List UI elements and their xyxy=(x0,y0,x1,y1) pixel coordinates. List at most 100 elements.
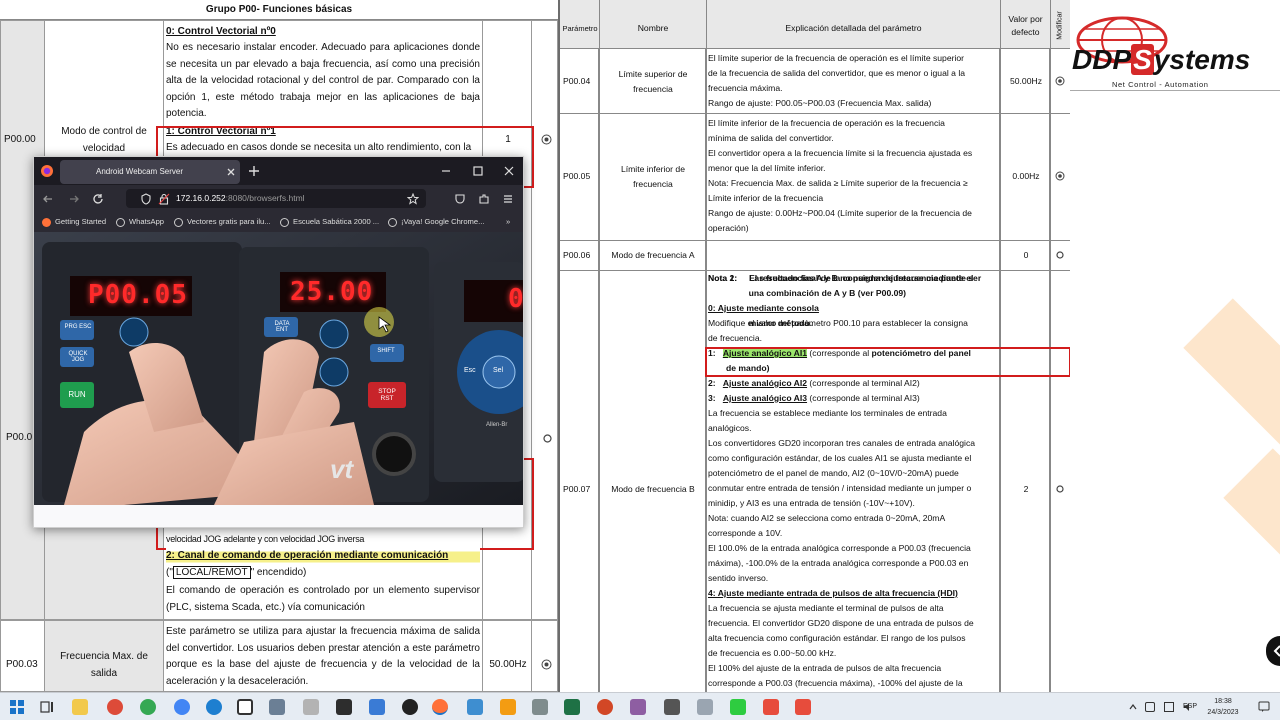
menu-icon[interactable] xyxy=(502,193,514,205)
app-icon-5[interactable] xyxy=(467,699,483,715)
firefox-taskbar-icon[interactable] xyxy=(432,699,448,715)
battery-icon[interactable] xyxy=(1164,702,1174,712)
option0-title: 0: Control Vectorial nº0 xyxy=(166,26,276,37)
floating-button[interactable] xyxy=(1266,636,1280,666)
insecure-lock-icon[interactable] xyxy=(158,193,170,205)
key-quick-jog: QUICK JOG xyxy=(68,351,88,363)
app-icon-9[interactable] xyxy=(664,699,680,715)
tab-close-icon[interactable] xyxy=(226,167,236,177)
default-p0004: 50.00Hz xyxy=(1009,76,1042,86)
app-icon-1[interactable] xyxy=(237,699,253,715)
windows-start-icon[interactable] xyxy=(10,700,24,714)
app-icon-8[interactable] xyxy=(630,699,646,715)
option2-local-post: " encendido) xyxy=(250,567,307,578)
url-bar[interactable]: 172.16.0.252:8080/browserfs.html xyxy=(126,189,426,208)
tab-android-webcam[interactable]: Android Webcam Server xyxy=(60,160,240,184)
app-icon-10[interactable] xyxy=(697,699,713,715)
led-display-middle: 25.00 xyxy=(290,277,374,307)
bookmark-whatsapp[interactable]: WhatsApp xyxy=(116,212,164,232)
pocket-icon[interactable] xyxy=(454,193,466,205)
app-icon-3[interactable] xyxy=(303,699,319,715)
globe-small-icon-4 xyxy=(388,217,397,227)
name-p0005: Límite inferior de frecuencia xyxy=(620,164,685,189)
modify-icon-p0007[interactable] xyxy=(1056,485,1064,495)
globe-small-icon-3 xyxy=(280,217,289,227)
excel-icon[interactable] xyxy=(564,699,580,715)
chrome-profile-icon[interactable] xyxy=(140,699,156,715)
file-explorer-icon[interactable] xyxy=(72,699,88,715)
shield-icon[interactable] xyxy=(140,193,152,205)
webcam-video[interactable]: P00.05 25.00 0 PRG ESC QUICK JOG DATA EN… xyxy=(34,232,523,505)
modify-icon-p0005[interactable] xyxy=(1055,171,1065,183)
bookmark-google-chrome[interactable]: ¡Vaya! Google Chrome... xyxy=(388,212,484,232)
task-view-icon[interactable] xyxy=(40,700,54,714)
modify-icon-p0004[interactable] xyxy=(1055,76,1065,88)
name-p0007: Modo de frecuencia B xyxy=(611,484,695,494)
notification-icon[interactable] xyxy=(1258,701,1270,713)
webcam-scene xyxy=(34,232,523,505)
key-stop-rst: STOP RST xyxy=(378,388,396,402)
key-data-ent: DATA ENT xyxy=(274,321,290,333)
terminal-icon[interactable] xyxy=(336,699,352,715)
bookmark-getting-started[interactable]: Getting Started xyxy=(42,212,106,232)
maximize-icon[interactable] xyxy=(472,165,484,177)
taskbar: ESP 18:38 24/3/2023 xyxy=(0,692,1280,720)
modify-icon-3[interactable] xyxy=(541,659,552,670)
obs-icon[interactable] xyxy=(402,699,418,715)
app-icon-7[interactable] xyxy=(532,699,548,715)
led-display-left: P00.05 xyxy=(88,280,188,310)
param-p0003: P00.03 xyxy=(6,659,38,670)
modify-icon[interactable] xyxy=(541,134,552,145)
bookmark-escuela[interactable]: Escuela Sabática 2000 ... xyxy=(280,212,379,232)
extensions-icon[interactable] xyxy=(478,193,490,205)
param-p0007: P00.07 xyxy=(563,484,591,494)
highlight-frame-ai1 xyxy=(705,347,1070,377)
h-name: Nombre xyxy=(637,23,669,33)
new-tab-icon[interactable] xyxy=(248,165,260,177)
app-icon-4[interactable] xyxy=(369,699,385,715)
bookmark-vectores[interactable]: Vectores gratis para ilu... xyxy=(174,212,271,232)
text-p0005: El límite inferior de la frecuencia de o… xyxy=(708,118,973,233)
url-host: 172.16.0.252 xyxy=(176,193,226,203)
name-p0006: Modo de frecuencia A xyxy=(611,250,695,260)
app-icon-13[interactable] xyxy=(795,699,811,715)
nav-bar: 172.16.0.252:8080/browserfs.html xyxy=(34,185,523,212)
app-icon-6[interactable] xyxy=(500,699,516,715)
default-p0006: 0 xyxy=(1023,250,1029,260)
name-p0000: Modo de control de velocidad xyxy=(61,126,147,154)
bookmarks-bar: Getting Started WhatsApp Vectores gratis… xyxy=(34,212,523,232)
h-modify: Modificar xyxy=(1056,11,1064,40)
tray-chevron-up-icon[interactable] xyxy=(1128,702,1138,712)
bookmark-star-icon[interactable] xyxy=(407,193,419,205)
globe-small-icon-2 xyxy=(174,217,183,227)
modify-icon-p0006[interactable] xyxy=(1056,251,1064,261)
edge-icon[interactable] xyxy=(206,699,222,715)
app-icon-11[interactable] xyxy=(730,699,746,715)
value-p0003: 50.00Hz xyxy=(489,659,527,670)
modify-icon-2[interactable] xyxy=(543,434,552,443)
chrome-alt-icon[interactable] xyxy=(174,699,190,715)
back-icon[interactable] xyxy=(42,193,54,205)
network-icon[interactable] xyxy=(1145,702,1155,712)
key-run: RUN xyxy=(68,390,86,399)
r-param-col xyxy=(560,0,599,692)
clock[interactable]: 18:38 24/3/2023 xyxy=(1205,696,1241,718)
forward-icon[interactable] xyxy=(68,193,80,205)
app-icon-2[interactable] xyxy=(269,699,285,715)
brand-tagline: Net Control - Automation xyxy=(1112,80,1209,89)
bookmarks-overflow-icon[interactable]: » xyxy=(506,212,510,232)
local-remot-key: LOCAL/REMOT xyxy=(172,566,251,579)
reload-icon[interactable] xyxy=(92,193,104,205)
close-icon[interactable] xyxy=(503,165,515,177)
powerpoint-icon[interactable] xyxy=(597,699,613,715)
opt2-line: 2: Ajuste analógico AI2 (corresponde al … xyxy=(708,378,920,388)
param-p0004: P00.04 xyxy=(563,76,591,86)
option2-text: El comando de operación es controlado po… xyxy=(166,585,480,613)
app-icon-12[interactable] xyxy=(763,699,779,715)
key-shift: SHIFT xyxy=(377,348,395,354)
minimize-icon[interactable] xyxy=(440,165,452,177)
language-indicator[interactable]: ESP xyxy=(1183,693,1201,720)
chrome-icon[interactable] xyxy=(107,699,123,715)
screen: Grupo P00- Funciones básicas P00.00 Modo… xyxy=(0,0,1280,720)
default-p0007: 2 xyxy=(1023,484,1029,494)
